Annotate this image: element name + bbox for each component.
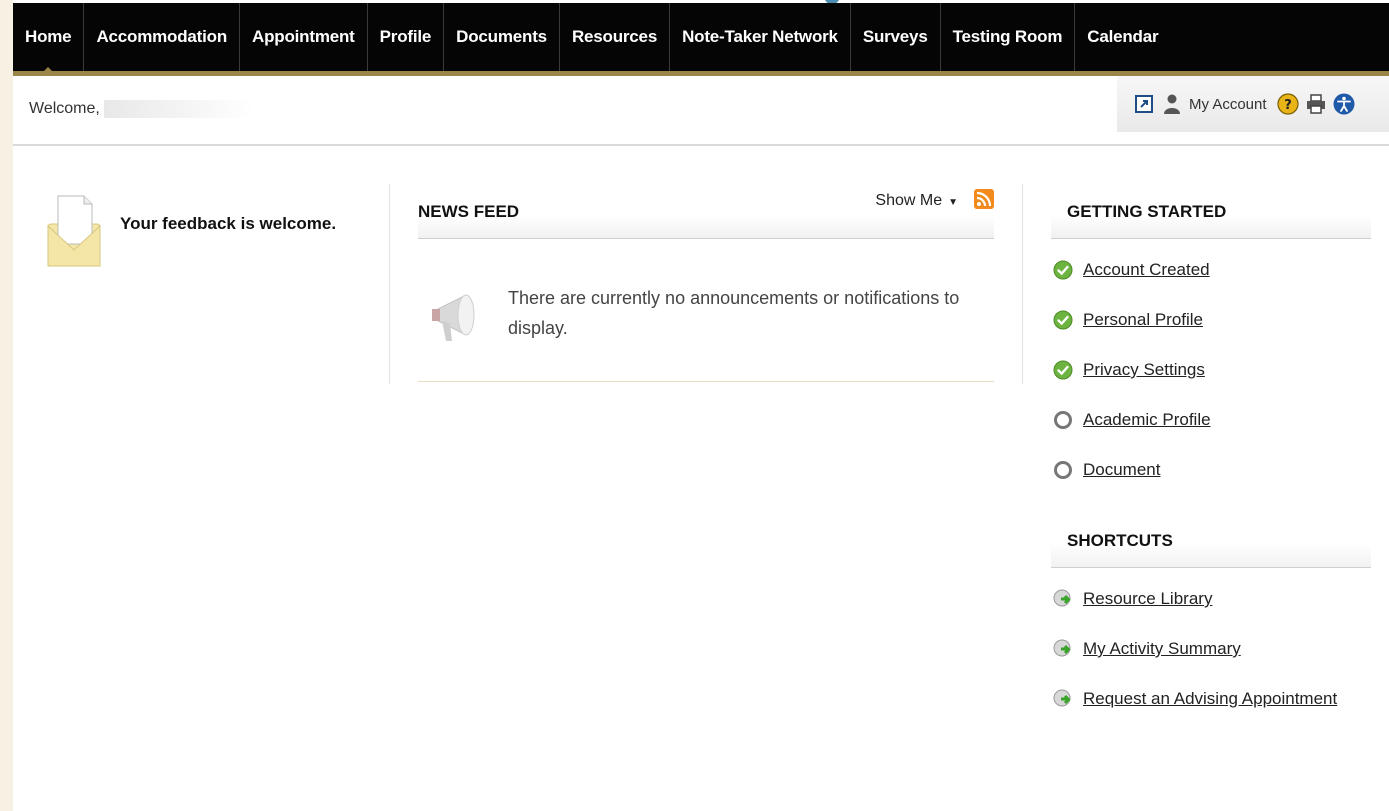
nav-label: Accommodation (96, 27, 228, 46)
news-feed-panel: NEWS FEED Show Me ▼ There are currently n… (418, 180, 994, 382)
step-privacy-settings: Privacy Settings (1051, 345, 1371, 395)
nav-note-taker-network[interactable]: Note-Taker Network (670, 3, 851, 71)
nav-resources[interactable]: Resources (560, 3, 671, 71)
news-feed-body: There are currently no announcements or … (418, 239, 994, 382)
page-edge-strip (0, 0, 13, 811)
nav-profile[interactable]: Profile (368, 3, 445, 71)
shortcut-link[interactable]: My Activity Summary (1083, 639, 1241, 659)
arrow-circle-icon (1053, 589, 1071, 607)
nav-label: Resources (571, 27, 658, 46)
nav-testing-room[interactable]: Testing Room (941, 3, 1076, 71)
shortcuts-list: Resource Library My Activity Summary Req… (1051, 574, 1371, 724)
step-link[interactable]: Account Created (1083, 260, 1210, 280)
step-academic-profile: Academic Profile (1051, 395, 1371, 445)
nav-label: Testing Room (952, 27, 1063, 46)
chevron-down-icon: ▼ (948, 197, 958, 208)
nav-label: Home (25, 27, 72, 46)
shortcut-resource-library: Resource Library (1051, 574, 1371, 624)
empty-circle-icon (1054, 461, 1072, 479)
step-link[interactable]: Document (1083, 460, 1160, 480)
arrow-circle-icon (1053, 639, 1071, 657)
show-me-label: Show Me (875, 192, 943, 209)
step-document: Document (1051, 445, 1371, 495)
shortcut-my-activity-summary: My Activity Summary (1051, 624, 1371, 674)
nav-label: Note-Taker Network (682, 27, 838, 46)
news-feed-title: NEWS FEED (418, 202, 520, 221)
step-link[interactable]: Privacy Settings (1083, 360, 1205, 380)
check-circle-icon (1053, 310, 1073, 330)
news-empty-message: There are currently no announcements or … (508, 288, 960, 338)
getting-started-list: Account Created Personal Profile Privacy… (1051, 245, 1371, 495)
shortcut-link[interactable]: Request an Advising Appointment (1083, 689, 1337, 709)
column-divider (1022, 184, 1023, 384)
show-me-dropdown[interactable]: Show Me ▼ (875, 192, 958, 210)
nav-surveys[interactable]: Surveys (851, 3, 941, 71)
arrow-circle-icon (1053, 689, 1071, 707)
svg-text:?: ? (1284, 98, 1292, 113)
main-nav: Home Accommodation Appointment Profile D… (13, 3, 1389, 76)
nav-label: Profile (379, 27, 432, 46)
accessibility-icon[interactable] (1333, 93, 1355, 115)
nav-label: Calendar (1087, 27, 1159, 46)
shortcuts-title: SHORTCUTS (1067, 531, 1173, 550)
nav-documents[interactable]: Documents (444, 3, 560, 71)
rss-icon[interactable] (974, 189, 994, 209)
shortcut-link[interactable]: Resource Library (1083, 589, 1212, 609)
user-icon[interactable] (1161, 93, 1183, 115)
print-icon[interactable] (1305, 93, 1327, 115)
nav-appointment[interactable]: Appointment (240, 3, 368, 71)
step-link[interactable]: Personal Profile (1083, 310, 1203, 330)
feedback-text: Your feedback is welcome. (120, 214, 337, 233)
nav-label: Documents (456, 27, 547, 46)
utility-toolbar: My Account ? (1117, 76, 1389, 132)
step-personal-profile: Personal Profile (1051, 295, 1371, 345)
nav-home[interactable]: Home (13, 3, 85, 76)
feedback-box[interactable]: Your feedback is welcome. (46, 192, 336, 273)
external-link-icon[interactable] (1133, 93, 1155, 115)
getting-started-header: GETTING STARTED (1051, 180, 1371, 239)
step-account-created: Account Created (1051, 245, 1371, 295)
right-sidebar: GETTING STARTED Account Created Personal… (1051, 180, 1371, 724)
shortcut-request-advising-appointment: Request an Advising Appointment (1051, 674, 1371, 724)
empty-circle-icon (1054, 411, 1072, 429)
help-icon[interactable]: ? (1276, 93, 1299, 115)
shortcuts-header: SHORTCUTS (1051, 509, 1371, 568)
nav-calendar[interactable]: Calendar (1075, 3, 1170, 71)
megaphone-icon (428, 279, 488, 354)
my-account-link[interactable]: My Account (1189, 96, 1267, 113)
welcome-bar: Welcome, My Account ? (13, 76, 1389, 146)
nav-accommodation[interactable]: Accommodation (84, 3, 241, 71)
envelope-icon (46, 192, 102, 273)
column-divider (389, 184, 390, 384)
nav-label: Appointment (252, 27, 355, 46)
nav-label: Surveys (862, 27, 928, 46)
redacted-username (103, 100, 254, 118)
getting-started-title: GETTING STARTED (1067, 202, 1227, 221)
news-feed-header: NEWS FEED Show Me ▼ (418, 180, 994, 239)
welcome-message: Welcome, (29, 100, 254, 118)
check-circle-icon (1053, 260, 1073, 280)
check-circle-icon (1053, 360, 1073, 380)
welcome-prefix: Welcome, (29, 100, 100, 118)
step-link[interactable]: Academic Profile (1083, 410, 1211, 430)
